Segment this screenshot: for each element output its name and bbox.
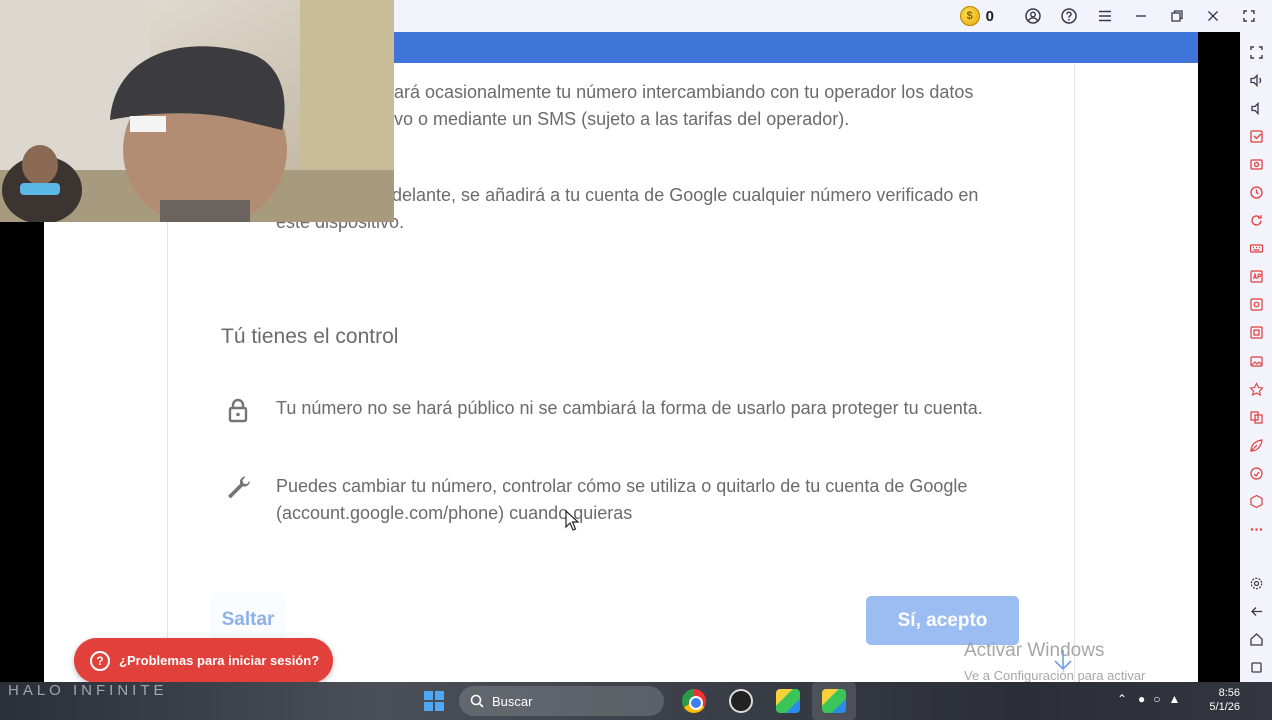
keyboard-controls-icon[interactable] (1240, 235, 1272, 263)
chrome-icon[interactable] (682, 689, 706, 713)
windows-taskbar: HALO INFINITE Buscar ⌃ ● ○ ▲ 8:56 5/1/26 (0, 682, 1272, 720)
apk-icon[interactable] (1240, 263, 1272, 291)
sign-in-help-button[interactable]: ? ¿Problemas para iniciar sesión? (74, 638, 333, 682)
activate-windows-watermark: Activar Windows Ve a Configuración para … (964, 640, 1198, 682)
privacy-item-text: Tu número no se hará público ni se cambi… (276, 398, 983, 418)
account-icon[interactable] (1018, 1, 1048, 31)
bluestacks-icon[interactable] (776, 689, 800, 713)
eco-mode-icon[interactable] (1240, 431, 1272, 459)
wifi-icon[interactable]: ○ (1153, 692, 1160, 706)
game-controls-icon[interactable] (1240, 488, 1272, 516)
accept-button[interactable]: Sí, acepto (866, 596, 1019, 645)
fullscreen-icon[interactable] (1240, 38, 1272, 66)
rotate-icon[interactable] (1240, 207, 1272, 235)
volume-down-icon[interactable] (1240, 94, 1272, 122)
mouse-cursor-icon (565, 510, 579, 531)
windows-start-icon[interactable] (424, 691, 444, 711)
manage-line-1: Puedes cambiar tu número, controlar cómo… (276, 476, 968, 496)
settings-icon[interactable] (1240, 570, 1272, 598)
speaker-icon[interactable]: ▲ (1169, 692, 1181, 706)
coin-icon: $ (959, 6, 980, 26)
recent-apps-icon[interactable] (1240, 654, 1272, 682)
more-options-icon[interactable] (1240, 516, 1272, 544)
verification-paragraph: ará ocasionalmente tu número intercambia… (394, 79, 973, 133)
screenshot-icon[interactable] (1240, 291, 1272, 319)
gallery-icon[interactable] (1240, 347, 1272, 375)
sign-in-help-label: ¿Problemas para iniciar sesión? (119, 653, 320, 668)
expand-icon[interactable] (1234, 1, 1264, 31)
question-icon: ? (90, 650, 110, 671)
help-icon[interactable] (1054, 1, 1084, 31)
microphone-icon[interactable]: ● (1138, 692, 1145, 706)
system-tray: ● ○ ▲ (1138, 692, 1180, 706)
restore-icon[interactable] (1162, 1, 1192, 31)
media-manager-icon[interactable] (1240, 150, 1272, 178)
multi-instance-icon[interactable] (1240, 403, 1272, 431)
activate-windows-subtitle: Ve a Configuración para activar Windows. (964, 668, 1146, 682)
verification-line-2: vo o mediante un SMS (sujeto a las tarif… (394, 109, 850, 129)
install-apk-icon[interactable] (1240, 122, 1272, 150)
location-icon[interactable] (1240, 375, 1272, 403)
emulator-sidebar (1240, 32, 1272, 682)
lock-icon (222, 394, 254, 426)
section-title: Tú tienes el control (221, 325, 399, 348)
coin-counter[interactable]: $ 0 (959, 6, 994, 26)
close-icon[interactable] (1198, 1, 1228, 31)
webcam-overlay (0, 0, 394, 222)
tray-chevron-icon[interactable]: ⌃ (1117, 692, 1127, 706)
taskbar-search-label: Buscar (492, 693, 533, 709)
manage-line-2: (account.google.com/phone) cuando quiera… (276, 503, 633, 523)
obs-icon[interactable] (729, 689, 753, 713)
back-icon[interactable] (1240, 598, 1272, 626)
taskbar-search[interactable]: Buscar (459, 686, 664, 716)
shake-icon[interactable] (1240, 459, 1272, 487)
clock-time: 8:56 (1218, 687, 1240, 699)
search-icon (470, 694, 484, 708)
sidebar-gap (1198, 32, 1240, 682)
clock-date: 5/1/26 (1209, 701, 1240, 713)
halo-infinite-wallpaper-text: HALO INFINITE (8, 682, 168, 699)
bluestacks-player-icon[interactable] (822, 689, 846, 713)
record-screen-icon[interactable] (1240, 319, 1272, 347)
coin-count: 0 (985, 7, 994, 25)
home-icon[interactable] (1240, 626, 1272, 654)
macro-icon[interactable] (1240, 178, 1272, 206)
card-border-right (1074, 63, 1075, 682)
menu-icon[interactable] (1090, 1, 1120, 31)
taskbar-clock[interactable]: 8:56 5/1/26 (1200, 686, 1240, 714)
manage-item-text: Puedes cambiar tu número, controlar cómo… (276, 473, 967, 527)
wrench-icon (222, 471, 254, 503)
webcam-image (0, 0, 394, 222)
verification-line-1: ará ocasionalmente tu número intercambia… (394, 82, 974, 102)
activate-windows-title: Activar Windows (964, 640, 1105, 661)
volume-up-icon[interactable] (1240, 66, 1272, 94)
scroll-down-arrow-icon[interactable] (1050, 647, 1076, 673)
minimize-icon[interactable] (1126, 1, 1156, 31)
